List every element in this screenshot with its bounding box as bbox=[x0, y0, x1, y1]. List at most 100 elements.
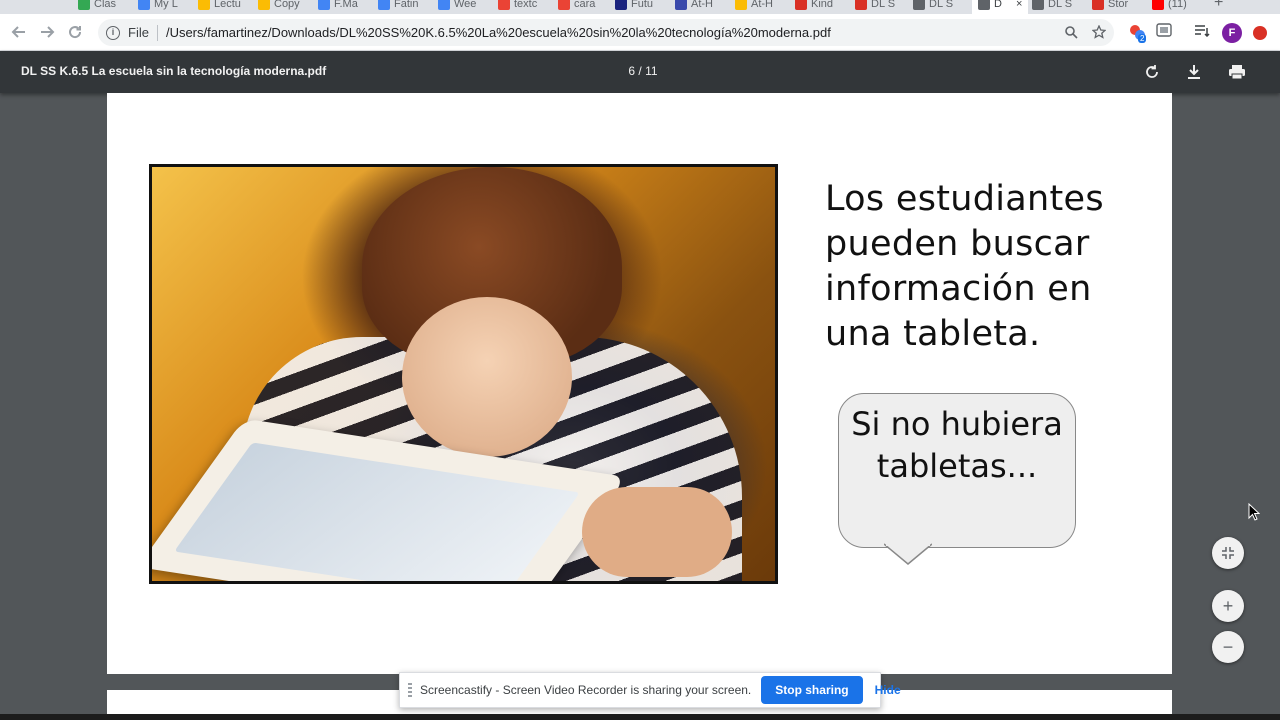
tab-favicon-icon bbox=[378, 0, 390, 10]
browser-tab[interactable]: Kind bbox=[795, 0, 833, 14]
pdf-filename: DL SS K.6.5 La escuela sin la tecnología… bbox=[21, 64, 327, 78]
screen-share-banner: Screencastify - Screen Video Recorder is… bbox=[399, 672, 901, 708]
tab-favicon-icon bbox=[1032, 0, 1044, 10]
browser-tab[interactable]: Wee bbox=[438, 0, 476, 14]
tab-favicon-icon bbox=[558, 0, 570, 10]
tab-label: DL S bbox=[1048, 0, 1073, 10]
reading-list-icon[interactable] bbox=[1193, 23, 1211, 41]
tab-favicon-icon bbox=[735, 0, 747, 10]
tab-label: Clas bbox=[94, 0, 117, 10]
browser-tab[interactable]: Lectu bbox=[198, 0, 241, 14]
tab-strip: Clas My L Lectu Copy F.Ma Fatin Wee textc cara Fu… bbox=[0, 0, 1280, 14]
fit-to-page-icon bbox=[1222, 547, 1234, 559]
address-separator bbox=[156, 24, 158, 41]
zoom-out-button[interactable]: − bbox=[1212, 631, 1244, 663]
tab-label: cara bbox=[574, 0, 596, 10]
zoom-in-button[interactable]: + bbox=[1212, 590, 1244, 622]
browser-tab[interactable]: Fatin bbox=[378, 0, 418, 14]
tab-label: Kind bbox=[811, 0, 834, 10]
address-scheme: File bbox=[128, 25, 149, 40]
tab-label: At-H bbox=[751, 0, 773, 10]
tab-label: Stor bbox=[1108, 0, 1129, 10]
screen-bottom-edge bbox=[0, 714, 1280, 720]
zoom-magnifier-icon[interactable] bbox=[1064, 25, 1078, 39]
tab-label: Fatin bbox=[394, 0, 419, 10]
tab-favicon-icon bbox=[498, 0, 510, 10]
browser-tab[interactable]: Futu bbox=[615, 0, 653, 14]
tab-label: textc bbox=[514, 0, 538, 10]
tab-label: F.Ma bbox=[334, 0, 358, 10]
arrow-right-icon bbox=[41, 26, 55, 38]
speech-bubble-text: Si no hubiera tabletas... bbox=[851, 405, 1063, 485]
tab-favicon-icon bbox=[675, 0, 687, 10]
back-button[interactable] bbox=[10, 23, 28, 41]
tab-label: DL S bbox=[871, 0, 896, 10]
tab-favicon-icon bbox=[78, 0, 90, 10]
browser-tab[interactable]: Stor bbox=[1092, 0, 1128, 14]
tab-favicon-icon bbox=[198, 0, 210, 10]
reload-icon bbox=[69, 26, 82, 39]
drag-handle-icon[interactable] bbox=[408, 683, 412, 697]
browser-tab[interactable]: DL S bbox=[1032, 0, 1072, 14]
hide-banner-button[interactable]: Hide bbox=[875, 683, 901, 697]
print-button[interactable] bbox=[1227, 62, 1247, 82]
address-url[interactable]: /Users/famartinez/Downloads/DL%20SS%20K.… bbox=[166, 25, 831, 40]
tab-label: My L bbox=[154, 0, 178, 10]
browser-toolbar: i File /Users/famartinez/Downloads/DL%20… bbox=[0, 14, 1280, 51]
tab-label: Futu bbox=[631, 0, 654, 10]
tab-favicon-icon bbox=[438, 0, 450, 10]
browser-tab[interactable]: F.Ma bbox=[318, 0, 358, 14]
tab-favicon-icon bbox=[1092, 0, 1104, 10]
new-tab-button[interactable]: + bbox=[1214, 0, 1223, 12]
slide-main-text: Los estudiantes pueden buscar informació… bbox=[825, 179, 1104, 354]
download-icon bbox=[1188, 65, 1200, 79]
info-icon[interactable]: i bbox=[106, 25, 120, 40]
arrow-left-icon bbox=[11, 26, 25, 38]
tab-favicon-icon bbox=[978, 0, 990, 10]
download-button[interactable] bbox=[1184, 62, 1204, 82]
tab-favicon-icon bbox=[138, 0, 150, 10]
browser-tab[interactable]: My L bbox=[138, 0, 178, 14]
bookmark-star-icon[interactable] bbox=[1091, 24, 1107, 39]
browser-tab[interactable]: At-H bbox=[735, 0, 773, 14]
fit-to-page-button[interactable] bbox=[1212, 537, 1244, 569]
speech-bubble-tail bbox=[884, 543, 932, 565]
photo-hand bbox=[582, 487, 732, 577]
browser-tab[interactable]: Copy bbox=[258, 0, 300, 14]
browser-tab[interactable]: DL S bbox=[855, 0, 895, 14]
tab-favicon-icon bbox=[913, 0, 925, 10]
tab-label: At-H bbox=[691, 0, 713, 10]
tab-favicon-icon bbox=[1152, 0, 1164, 10]
tab-label: D bbox=[994, 0, 1002, 10]
reload-button[interactable] bbox=[66, 23, 84, 41]
print-icon bbox=[1229, 65, 1245, 80]
tab-favicon-icon bbox=[258, 0, 270, 10]
tab-favicon-icon bbox=[318, 0, 330, 10]
mouse-cursor-icon bbox=[1248, 503, 1260, 521]
share-message: Screencastify - Screen Video Recorder is… bbox=[420, 683, 752, 697]
pdf-toolbar: DL SS K.6.5 La escuela sin la tecnología… bbox=[0, 51, 1280, 93]
extension-screen-icon[interactable] bbox=[1155, 23, 1173, 41]
forward-button[interactable] bbox=[38, 23, 56, 41]
browser-tab[interactable]: textc bbox=[498, 0, 537, 14]
browser-tab[interactable]: cara bbox=[558, 0, 595, 14]
tab-favicon-icon bbox=[855, 0, 867, 10]
tab-favicon-icon bbox=[615, 0, 627, 10]
tab-label: Wee bbox=[454, 0, 477, 10]
browser-tab[interactable]: DL S bbox=[913, 0, 953, 14]
close-tab-icon[interactable]: × bbox=[1016, 0, 1022, 10]
browser-tab[interactable]: At-H bbox=[675, 0, 713, 14]
browser-tab[interactable]: (11) bbox=[1152, 0, 1187, 14]
pdf-page: Los estudiantes pueden buscar informació… bbox=[107, 93, 1172, 674]
tab-label: (11) bbox=[1168, 0, 1187, 10]
page-indicator[interactable]: 6 / 11 bbox=[600, 64, 686, 78]
browser-tab[interactable]: D × bbox=[972, 0, 1029, 14]
photo-face bbox=[402, 297, 572, 457]
address-bar[interactable]: i File /Users/famartinez/Downloads/DL%20… bbox=[98, 19, 1114, 46]
browser-tab[interactable]: Clas bbox=[78, 0, 116, 14]
tab-favicon-icon bbox=[795, 0, 807, 10]
profile-avatar[interactable]: F bbox=[1222, 23, 1242, 43]
stop-sharing-button[interactable]: Stop sharing bbox=[761, 676, 863, 704]
extension-record-icon[interactable] bbox=[1253, 26, 1267, 40]
rotate-button[interactable] bbox=[1142, 62, 1162, 82]
